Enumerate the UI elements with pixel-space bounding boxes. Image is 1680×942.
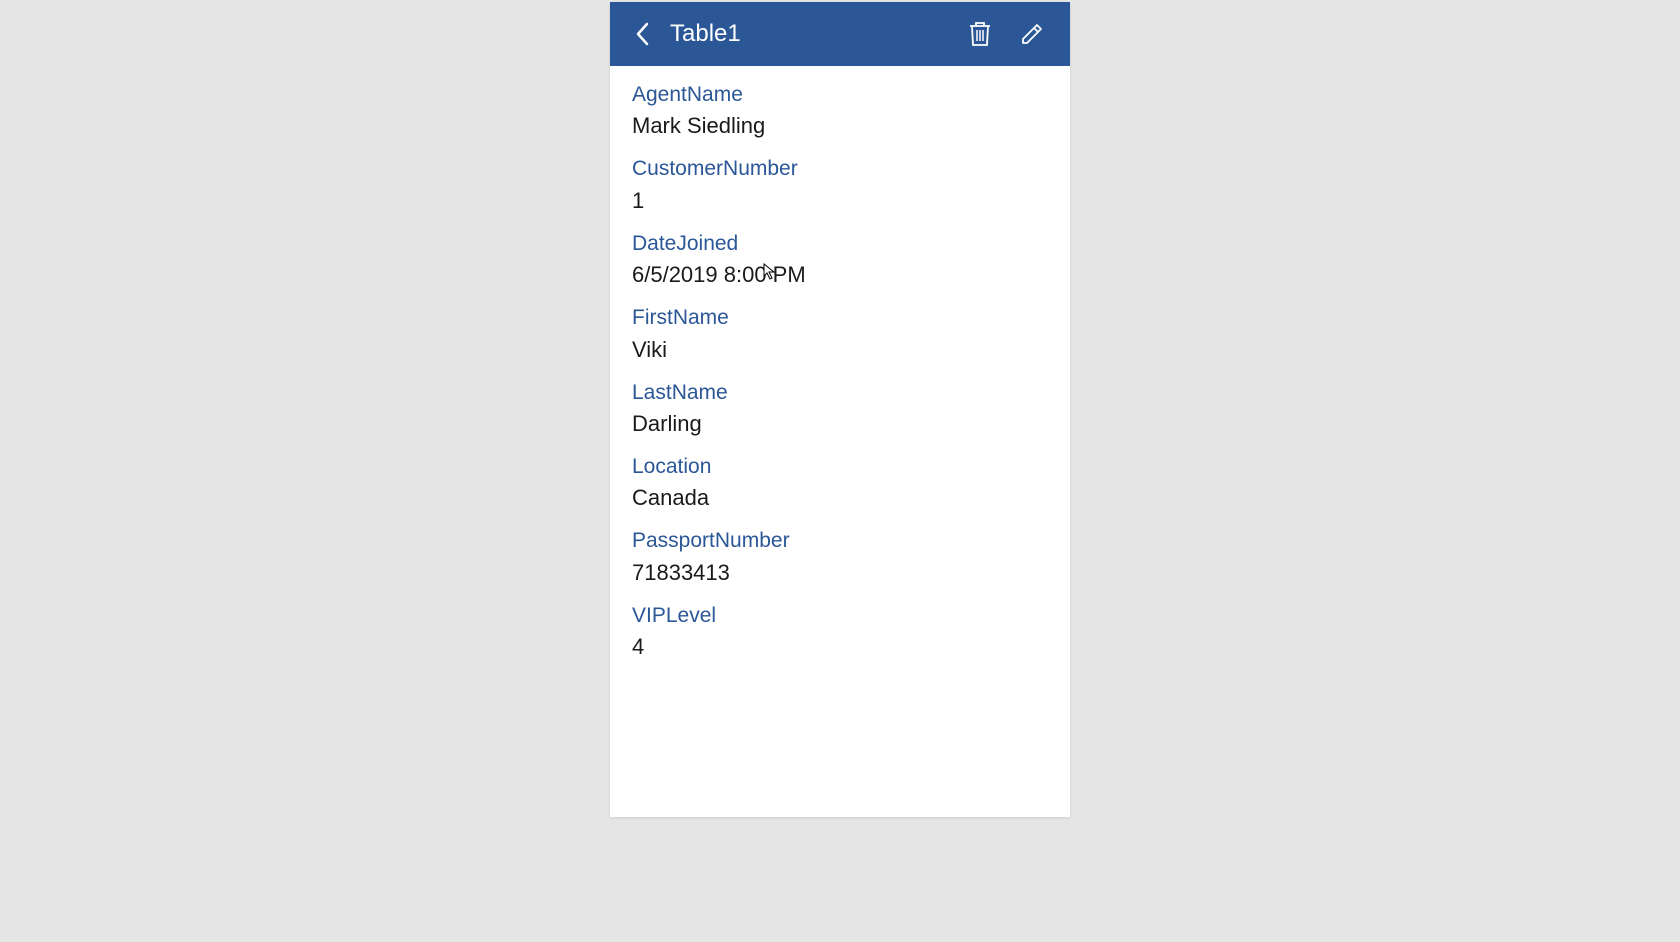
field-value: Viki	[632, 333, 1048, 366]
page-title: Table1	[670, 20, 950, 48]
field-label: Location	[632, 452, 1048, 481]
header-bar: Table1	[610, 2, 1070, 66]
field-location: Location Canada	[632, 448, 1048, 514]
field-passportnumber: PassportNumber 71833413	[632, 522, 1048, 588]
field-value: 6/5/2019 8:00 PM	[632, 258, 1048, 291]
field-value: 4	[632, 630, 1048, 663]
field-firstname: FirstName Viki	[632, 299, 1048, 365]
field-label: AgentName	[632, 80, 1048, 109]
field-label: CustomerNumber	[632, 154, 1048, 183]
edit-button[interactable]	[1010, 12, 1054, 56]
field-customernumber: CustomerNumber 1	[632, 150, 1048, 216]
pencil-icon	[1020, 22, 1044, 46]
field-value: Darling	[632, 407, 1048, 440]
field-label: LastName	[632, 378, 1048, 407]
delete-button[interactable]	[958, 12, 1002, 56]
field-datejoined: DateJoined 6/5/2019 8:00 PM	[632, 225, 1048, 291]
field-value: Canada	[632, 481, 1048, 514]
field-viplevel: VIPLevel 4	[632, 597, 1048, 663]
field-value: 71833413	[632, 556, 1048, 589]
field-value: 1	[632, 184, 1048, 217]
back-button[interactable]	[626, 18, 658, 50]
field-agentname: AgentName Mark Siedling	[632, 76, 1048, 142]
field-value: Mark Siedling	[632, 109, 1048, 142]
field-label: FirstName	[632, 303, 1048, 332]
trash-icon	[969, 21, 991, 47]
chevron-left-icon	[635, 22, 649, 46]
field-lastname: LastName Darling	[632, 374, 1048, 440]
field-label: PassportNumber	[632, 526, 1048, 555]
field-label: DateJoined	[632, 229, 1048, 258]
field-label: VIPLevel	[632, 601, 1048, 630]
detail-content: AgentName Mark Siedling CustomerNumber 1…	[610, 66, 1070, 681]
app-container: Table1 AgentName Mark Siedling CustomerN	[610, 2, 1070, 817]
